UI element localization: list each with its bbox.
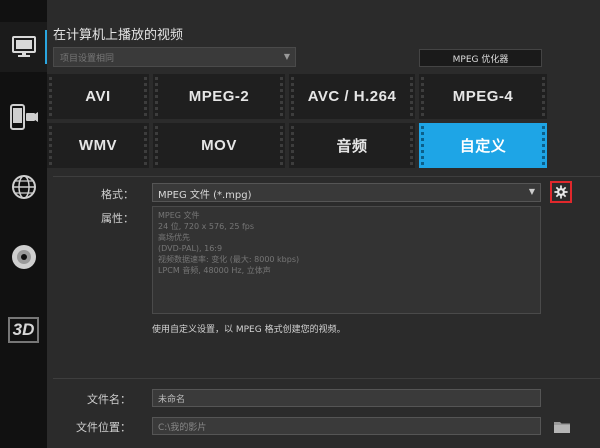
profile-dropdown-value: 项目设置相同	[60, 54, 115, 64]
disc-icon	[11, 245, 36, 269]
location-input[interactable]: C:\我的影片	[152, 417, 541, 435]
custom-hint-text: 使用自定义设置，以 MPEG 格式创建您的视频。	[152, 325, 346, 335]
browse-folder-button[interactable]	[552, 417, 572, 435]
divider	[53, 176, 600, 177]
chevron-down-icon: ▼	[283, 52, 290, 61]
mobile-device-icon	[9, 104, 38, 130]
format-tile-mpeg4[interactable]: MPEG-4	[419, 74, 547, 119]
property-line: MPEG 文件	[158, 211, 200, 220]
folder-icon	[554, 421, 570, 433]
property-line: 24 位, 720 x 576, 25 fps	[158, 222, 255, 231]
sidebar-item-3d[interactable]: 3D	[0, 305, 47, 355]
chevron-down-icon: ▼	[528, 187, 535, 196]
sidebar-item-web[interactable]	[0, 162, 47, 212]
sidebar: 3D	[0, 0, 47, 448]
format-tile-audio[interactable]: 音频	[289, 123, 415, 168]
format-tile-custom[interactable]: 自定义	[419, 123, 547, 168]
format-settings-button[interactable]	[550, 181, 572, 203]
format-label: 格式：	[101, 188, 134, 201]
monitor-icon	[11, 36, 36, 57]
sidebar-item-computer[interactable]	[0, 22, 47, 72]
property-line: 视频数据速率: 变化 (最大: 8000 kbps)	[158, 255, 300, 264]
profile-dropdown[interactable]: 项目设置相同 ▼	[53, 47, 296, 67]
page-title: 在计算机上播放的视频	[53, 28, 184, 43]
gear-icon	[554, 185, 568, 199]
format-dropdown-value: MPEG 文件 (*.mpg)	[158, 190, 252, 201]
format-tile-avi[interactable]: AVI	[47, 74, 149, 119]
sidebar-item-disc[interactable]	[0, 232, 47, 282]
filename-input[interactable]: 未命名	[152, 389, 541, 407]
location-label: 文件位置：	[76, 421, 131, 434]
format-dropdown[interactable]: MPEG 文件 (*.mpg) ▼	[152, 183, 541, 202]
main-panel: 在计算机上播放的视频 项目设置相同 ▼ MPEG 优化器 AVI MPEG-2 …	[47, 0, 600, 448]
3d-icon: 3D	[7, 317, 40, 343]
format-tile-mpeg2[interactable]: MPEG-2	[153, 74, 285, 119]
filename-label: 文件名：	[87, 393, 131, 406]
sidebar-item-device[interactable]	[0, 92, 47, 142]
format-tile-mov[interactable]: MOV	[153, 123, 285, 168]
format-tile-wmv[interactable]: WMV	[47, 123, 149, 168]
property-line: LPCM 音频, 48000 Hz, 立体声	[158, 266, 271, 275]
property-line: (DVD-PAL), 16:9	[158, 244, 223, 253]
property-line: 高场优先	[158, 233, 190, 242]
format-grid: AVI MPEG-2 AVC / H.264 MPEG-4 WMV MOV 音频…	[47, 74, 600, 170]
globe-icon	[11, 175, 36, 199]
properties-label: 属性：	[101, 212, 134, 225]
properties-box: MPEG 文件 24 位, 720 x 576, 25 fps 高场优先 (DV…	[152, 206, 541, 314]
divider	[53, 378, 600, 379]
mpeg-optimizer-button[interactable]: MPEG 优化器	[419, 49, 542, 67]
format-tile-avc[interactable]: AVC / H.264	[289, 74, 415, 119]
